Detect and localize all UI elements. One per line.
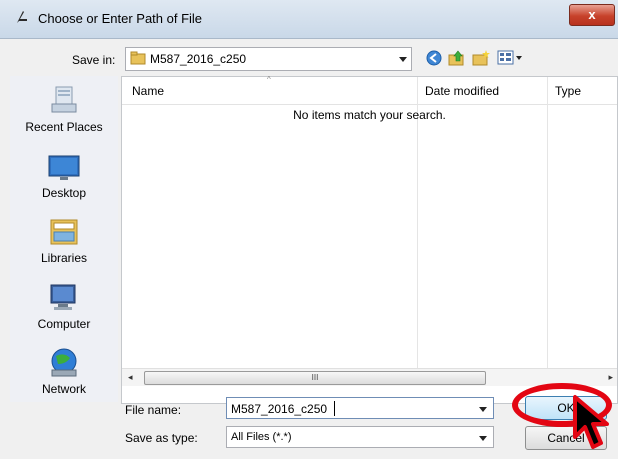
recent-places-icon bbox=[51, 86, 77, 113]
save-in-dropdown[interactable]: M587_2016_c250 bbox=[125, 47, 412, 71]
places-bar: Recent Places Desktop Libraries Computer… bbox=[10, 76, 118, 402]
pointer-cursor-icon bbox=[573, 395, 609, 449]
title-bar[interactable]: Choose or Enter Path of File x bbox=[0, 0, 618, 39]
place-label: Computer bbox=[37, 317, 91, 331]
new-folder-icon[interactable] bbox=[471, 49, 491, 67]
place-computer[interactable]: Computer bbox=[10, 281, 118, 331]
file-name-value: M587_2016_c250 bbox=[231, 402, 328, 416]
column-divider bbox=[547, 77, 548, 377]
column-name[interactable]: Name bbox=[132, 84, 164, 98]
save-in-value: M587_2016_c250 bbox=[150, 52, 247, 66]
up-folder-icon[interactable] bbox=[447, 49, 467, 67]
chevron-down-icon bbox=[479, 436, 487, 441]
place-desktop[interactable]: Desktop bbox=[10, 150, 118, 200]
view-menu-icon[interactable] bbox=[497, 49, 525, 67]
close-button[interactable]: x bbox=[569, 4, 615, 26]
place-network[interactable]: Network bbox=[10, 346, 118, 396]
file-name-input[interactable]: M587_2016_c250 bbox=[226, 397, 494, 419]
place-label: Network bbox=[41, 382, 86, 396]
chevron-down-icon[interactable] bbox=[479, 407, 487, 412]
file-name-label: File name: bbox=[125, 403, 182, 417]
file-dialog: Choose or Enter Path of File x Save in: … bbox=[0, 0, 618, 459]
folder-icon bbox=[130, 51, 146, 65]
network-icon bbox=[51, 348, 77, 377]
desktop-icon bbox=[48, 155, 80, 180]
scroll-thumb[interactable]: III bbox=[144, 371, 486, 385]
place-label: Recent Places bbox=[25, 120, 103, 134]
place-label: Libraries bbox=[40, 251, 88, 265]
horizontal-scrollbar[interactable]: ◂ III ▸ bbox=[122, 368, 617, 386]
sort-arrow-icon: ^ bbox=[267, 75, 271, 84]
list-header: Name ^ Date modified Type bbox=[122, 75, 617, 105]
save-as-type-label: Save as type: bbox=[125, 431, 198, 445]
place-label: Desktop bbox=[41, 186, 87, 200]
back-icon[interactable] bbox=[424, 49, 444, 67]
save-as-type-value: All Files (*.*) bbox=[231, 431, 292, 443]
chevron-down-icon bbox=[399, 57, 407, 62]
text-caret bbox=[334, 401, 335, 416]
column-type[interactable]: Type bbox=[555, 84, 581, 98]
column-divider bbox=[417, 77, 418, 377]
place-recent-places[interactable]: Recent Places bbox=[10, 84, 118, 134]
scroll-left-icon[interactable]: ◂ bbox=[128, 372, 133, 383]
save-as-type-dropdown[interactable]: All Files (*.*) bbox=[226, 426, 494, 448]
dialog-title: Choose or Enter Path of File bbox=[38, 11, 203, 26]
computer-icon bbox=[50, 284, 76, 310]
column-date-modified[interactable]: Date modified bbox=[425, 84, 499, 98]
save-in-label: Save in: bbox=[72, 53, 116, 67]
app-icon bbox=[17, 11, 27, 23]
libraries-icon bbox=[50, 219, 78, 245]
place-libraries[interactable]: Libraries bbox=[10, 215, 118, 265]
empty-message: No items match your search. bbox=[293, 108, 446, 122]
scroll-right-icon[interactable]: ▸ bbox=[608, 372, 613, 383]
file-list[interactable]: Name ^ Date modified Type No items match… bbox=[121, 75, 618, 404]
